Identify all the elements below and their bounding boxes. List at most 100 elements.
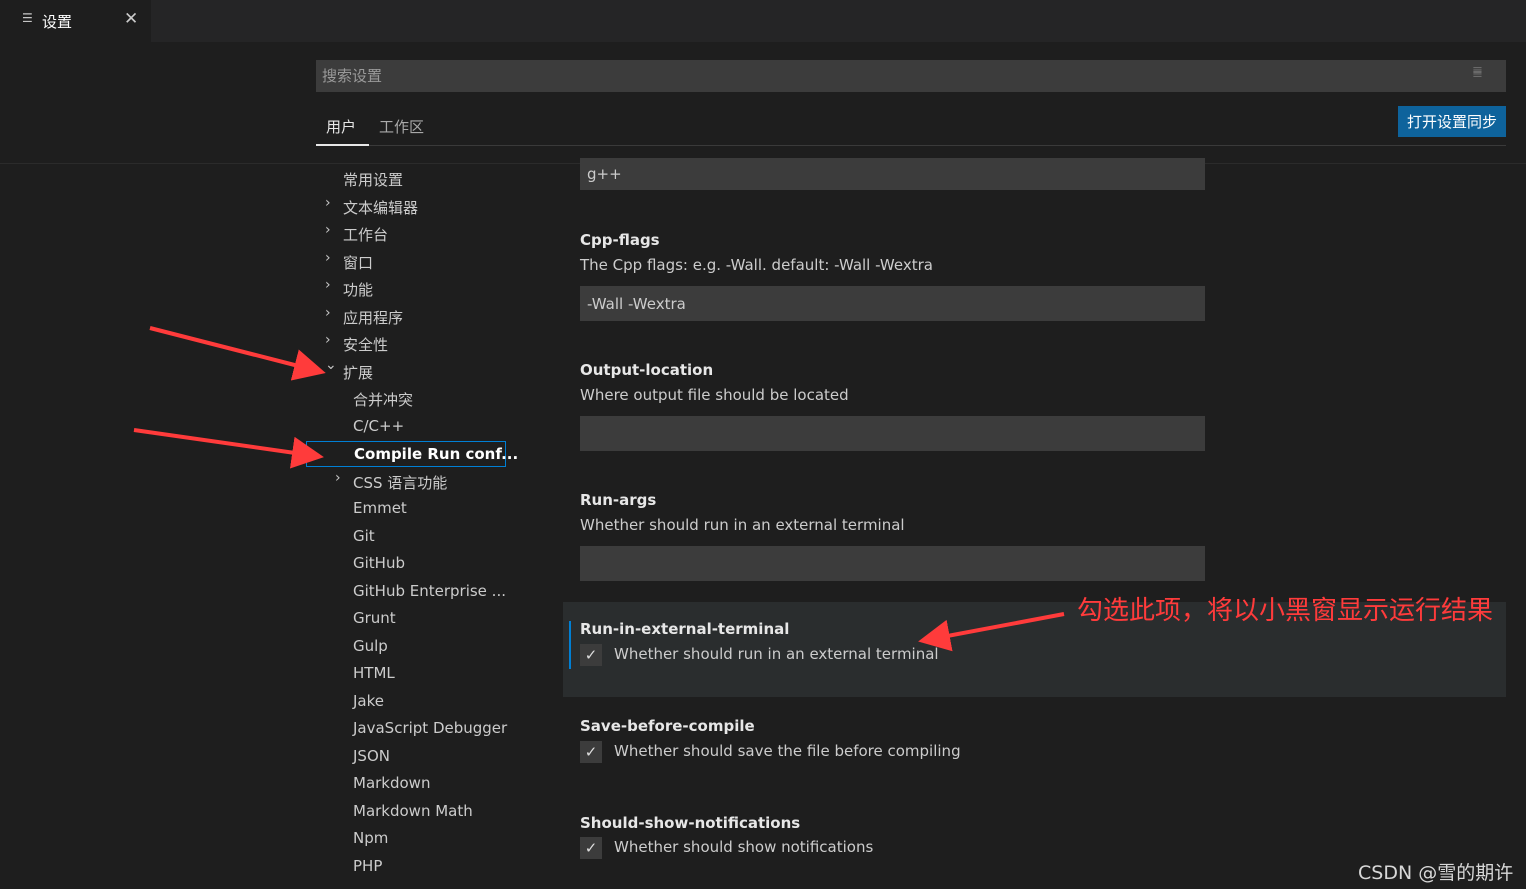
toc-item[interactable]: JSON [306, 744, 516, 770]
toc-item-label: Markdown Math [353, 801, 473, 820]
chevron-down-icon[interactable]: ⌄ [325, 357, 341, 373]
setting-desc-run-args: Whether should run in an external termin… [580, 516, 905, 534]
chevron-right-icon[interactable]: › [325, 277, 341, 293]
tab-title: 设置 [42, 13, 73, 31]
toc-item[interactable]: Markdown Math [306, 799, 516, 825]
toc-item-label: JSON [353, 746, 390, 765]
toc-item[interactable]: C/C++ [306, 414, 516, 440]
toc-item[interactable]: Grunt [306, 606, 516, 632]
toc-item[interactable]: › 安全性 [306, 331, 516, 357]
toc-item[interactable]: › 工作台 [306, 221, 516, 247]
setting-desc-run-in-external-terminal: Whether should run in an external termin… [614, 645, 939, 663]
toc-item-label: HTML [353, 664, 395, 682]
chevron-right-icon[interactable]: › [335, 470, 351, 486]
arrow-to-compile-run [133, 428, 324, 469]
setting-title-cpp-flags: Cpp-flags [580, 231, 660, 249]
save-before-compile-checkbox[interactable]: ✓ [580, 741, 602, 763]
toc-item-label: GitHub Enterprise ... [353, 581, 506, 600]
setting-title-output-location: Output-location [580, 361, 714, 379]
annotation-text: 勾选此项，将以小黑窗显示运行结果 [1077, 596, 1494, 626]
setting-desc-save-before-compile: Whether should save the file before comp… [614, 742, 961, 760]
toc-item[interactable]: 合并冲突 [306, 386, 516, 412]
setting-desc-output-location: Where output file should be located [580, 386, 849, 404]
toc-item-label: Git [353, 526, 375, 545]
toc-item-label: 扩展 [343, 363, 374, 382]
check-icon: ✓ [584, 839, 598, 857]
list-icon: ☰ [22, 11, 33, 25]
compiler-input[interactable] [580, 158, 1205, 190]
setting-title-save-before-compile: Save-before-compile [580, 717, 755, 735]
toc-item[interactable]: Jake [306, 689, 516, 715]
chevron-right-icon[interactable]: › [325, 222, 341, 238]
toc-item-label: 应用程序 [343, 308, 404, 327]
toc-item-label: Compile Run conf... [354, 445, 519, 463]
check-icon: ✓ [584, 743, 598, 761]
toc-item-label: Grunt [353, 609, 396, 627]
toc-item[interactable]: › 窗口 [306, 249, 516, 275]
clear-filter-icon[interactable]: ≡ ≡ [1472, 64, 1483, 81]
toc-item[interactable]: Git [306, 524, 516, 550]
toc-item-label: 工作台 [343, 226, 389, 244]
chevron-right-icon[interactable]: › [325, 332, 341, 348]
toc-item-label: GitHub [353, 554, 405, 572]
toc-item-label: Jake [353, 691, 384, 710]
settings-header: ≡≡ 用户 工作区 打开设置同步 [0, 42, 1526, 164]
toc-item[interactable]: Emmet [306, 496, 516, 522]
settings-sync-button[interactable]: 打开设置同步 [1398, 106, 1506, 137]
chevron-right-icon[interactable]: › [325, 250, 341, 266]
toc-item[interactable]: › 文本编辑器 [306, 194, 516, 220]
run-in-external-terminal-checkbox[interactable]: ✓ [580, 644, 602, 666]
chevron-right-icon[interactable]: › [325, 305, 341, 321]
toc-item-label: C/C++ [353, 416, 405, 435]
toc-item[interactable]: › 应用程序 [306, 304, 516, 330]
focus-indicator [569, 621, 571, 669]
run-args-input[interactable] [580, 546, 1205, 581]
setting-desc-cpp-flags: The Cpp flags: e.g. -Wall. default: -Wal… [580, 256, 933, 274]
watermark: CSDN @雪的期许 [1358, 862, 1514, 884]
toc-item-label: PHP [353, 856, 383, 875]
toc-item-label: Npm [353, 829, 389, 847]
toc-item-label: Markdown [353, 774, 431, 792]
editor-tab-bar: ☰ 设置 ✕ [0, 0, 1526, 42]
arrow-to-extensions [149, 326, 326, 381]
toc-item[interactable]: 常用设置 [306, 166, 516, 192]
search-input[interactable] [316, 60, 1506, 92]
toc-item-label: 常用设置 [343, 171, 404, 189]
toc-item[interactable]: Gulp [306, 634, 516, 660]
toc-item[interactable]: Npm [306, 826, 516, 852]
toc-item-label: 窗口 [343, 253, 374, 272]
output-location-input[interactable] [580, 416, 1205, 451]
toc-item[interactable]: JavaScript Debugger [306, 716, 516, 742]
toc-item[interactable]: HTML [306, 661, 516, 687]
toc-item[interactable]: GitHub [306, 551, 516, 577]
toc-item-label: 功能 [343, 281, 374, 299]
toc-item-label: 文本编辑器 [343, 198, 419, 217]
setting-desc-should-show-notifications: Whether should show notifications [614, 838, 874, 856]
tab-workspace[interactable]: 工作区 [379, 116, 424, 137]
toc-item-label: CSS 语言功能 [353, 473, 448, 492]
check-icon: ✓ [584, 646, 598, 664]
toc-item[interactable]: PHP [306, 854, 516, 880]
toc-item[interactable]: GitHub Enterprise ... [306, 579, 516, 605]
setting-title-run-in-external-terminal: Run-in-external-terminal [580, 620, 790, 638]
toc-item[interactable]: Markdown [306, 771, 516, 797]
active-tab-indicator [316, 144, 369, 146]
settings-tab[interactable]: ☰ 设置 ✕ [0, 0, 151, 42]
toc-item-label: JavaScript Debugger [353, 719, 508, 737]
toc-item[interactable]: ⌄ 扩展 [306, 357, 516, 385]
toc-item-label: 安全性 [343, 336, 389, 354]
toc-item[interactable]: › CSS 语言功能 [306, 469, 516, 495]
close-icon[interactable]: ✕ [124, 9, 138, 29]
toc-item-label: 合并冲突 [353, 391, 414, 409]
toc-item[interactable]: Compile Run conf... [306, 441, 518, 467]
tab-user[interactable]: 用户 [326, 116, 356, 137]
setting-title-run-args: Run-args [580, 491, 657, 509]
should-show-notifications-checkbox[interactable]: ✓ [580, 837, 602, 859]
cpp-flags-input[interactable] [580, 286, 1205, 321]
scope-divider [316, 145, 1506, 146]
setting-title-should-show-notifications: Should-show-notifications [580, 814, 801, 832]
chevron-right-icon[interactable]: › [325, 195, 341, 211]
toc-item-label: Emmet [353, 499, 407, 517]
toc-item-label: Gulp [353, 636, 388, 655]
toc-item[interactable]: › 功能 [306, 276, 516, 302]
